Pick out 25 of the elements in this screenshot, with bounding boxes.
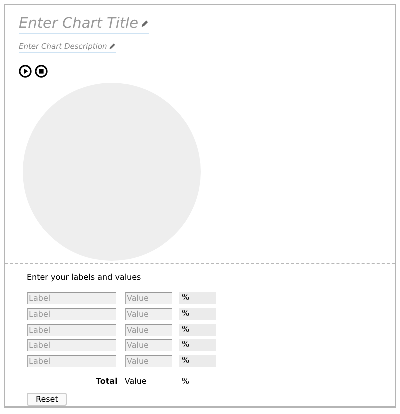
value-field[interactable]: Value xyxy=(125,339,172,352)
chart-title[interactable]: Enter Chart Title xyxy=(19,15,139,33)
value-field[interactable]: Value xyxy=(125,308,172,320)
label-field[interactable]: Label xyxy=(27,308,116,320)
percent-cell: % xyxy=(179,308,216,320)
reset-button[interactable]: Reset xyxy=(27,393,68,406)
play-icon[interactable] xyxy=(19,65,32,78)
label-field[interactable]: Label xyxy=(27,292,116,304)
percent-cell: % xyxy=(179,339,216,352)
percent-cell: % xyxy=(179,292,216,304)
section-heading: Enter your labels and values xyxy=(27,273,142,284)
pencil-icon[interactable] xyxy=(109,43,116,50)
percent-cell: % xyxy=(179,354,216,367)
label-field[interactable]: Label xyxy=(27,324,116,336)
stop-icon[interactable] xyxy=(35,65,48,78)
total-value: Value xyxy=(124,377,147,387)
value-field[interactable]: Value xyxy=(125,292,172,304)
label-field[interactable]: Label xyxy=(27,339,116,352)
percent-cell: % xyxy=(179,324,216,336)
total-label: Total xyxy=(96,377,118,387)
value-field[interactable]: Value xyxy=(125,324,172,336)
label-field[interactable]: Label xyxy=(27,354,116,367)
value-field[interactable]: Value xyxy=(125,354,172,367)
pencil-icon[interactable] xyxy=(140,20,149,28)
total-percent: % xyxy=(182,377,190,387)
